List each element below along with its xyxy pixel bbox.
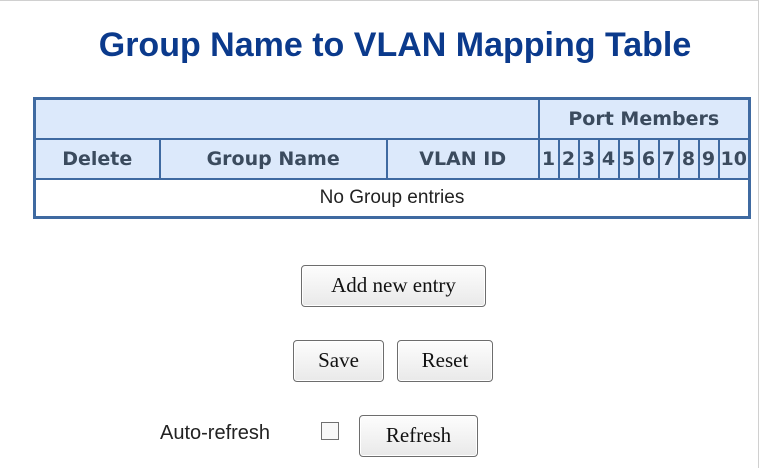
table-header-row-2: Delete Group Name VLAN ID 1 2 3 4 5 6 7 … <box>33 138 751 180</box>
table-row-empty: No Group entries <box>34 179 750 218</box>
group-vlan-table: Port Members Delete Group Name VLAN ID 1… <box>33 97 751 219</box>
no-entries-message: No Group entries <box>34 179 750 218</box>
column-header-vlan-id: VLAN ID <box>385 138 540 180</box>
port-members-header: Port Members <box>537 97 751 140</box>
port-header-10: 10 <box>717 138 751 180</box>
port-header-8: 8 <box>677 138 700 180</box>
save-button[interactable]: Save <box>293 340 384 382</box>
port-header-6: 6 <box>637 138 660 180</box>
add-new-entry-button[interactable]: Add new entry <box>301 265 486 307</box>
column-header-group-name: Group Name <box>158 138 388 180</box>
page-frame <box>0 0 759 468</box>
refresh-button[interactable]: Refresh <box>359 415 478 457</box>
port-header-9: 9 <box>697 138 720 180</box>
port-header-2: 2 <box>557 138 580 180</box>
auto-refresh-checkbox[interactable] <box>321 422 339 440</box>
reset-button[interactable]: Reset <box>397 340 493 382</box>
table-header-row-1: Port Members <box>33 97 751 140</box>
port-header-5: 5 <box>617 138 640 180</box>
column-header-delete: Delete <box>33 138 161 180</box>
port-header-3: 3 <box>577 138 600 180</box>
auto-refresh-label: Auto-refresh <box>160 422 271 444</box>
port-header-1: 1 <box>537 138 560 180</box>
port-header-4: 4 <box>597 138 620 180</box>
port-header-7: 7 <box>657 138 680 180</box>
header-blank-cell <box>33 97 540 140</box>
page-title: Group Name to VLAN Mapping Table <box>98 26 692 64</box>
